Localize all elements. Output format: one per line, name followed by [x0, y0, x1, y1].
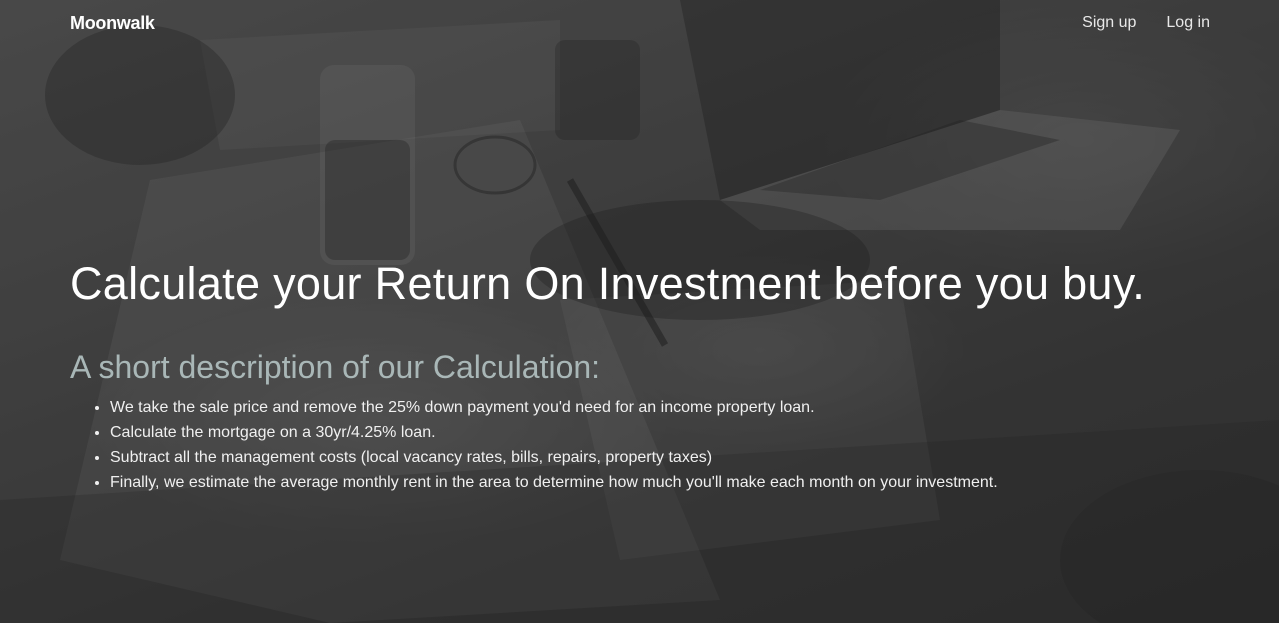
list-item: Finally, we estimate the average monthly… — [110, 470, 1230, 495]
list-item: We take the sale price and remove the 25… — [110, 395, 1230, 420]
calculation-description-heading: A short description of our Calculation: — [70, 349, 601, 385]
page-headline: Calculate your Return On Investment befo… — [70, 258, 1146, 309]
top-navbar: Moonwalk Sign up Log in — [0, 0, 1279, 48]
list-item: Calculate the mortgage on a 30yr/4.25% l… — [110, 420, 1230, 445]
nav-links: Sign up Log in — [1082, 14, 1210, 32]
sign-up-link[interactable]: Sign up — [1082, 14, 1136, 32]
brand-logo-link[interactable]: Moonwalk — [70, 13, 155, 34]
log-in-link[interactable]: Log in — [1166, 14, 1210, 32]
hero-content: Calculate your Return On Investment befo… — [70, 253, 1230, 495]
calculation-steps-list: We take the sale price and remove the 25… — [70, 395, 1230, 495]
list-item: Subtract all the management costs (local… — [110, 445, 1230, 470]
